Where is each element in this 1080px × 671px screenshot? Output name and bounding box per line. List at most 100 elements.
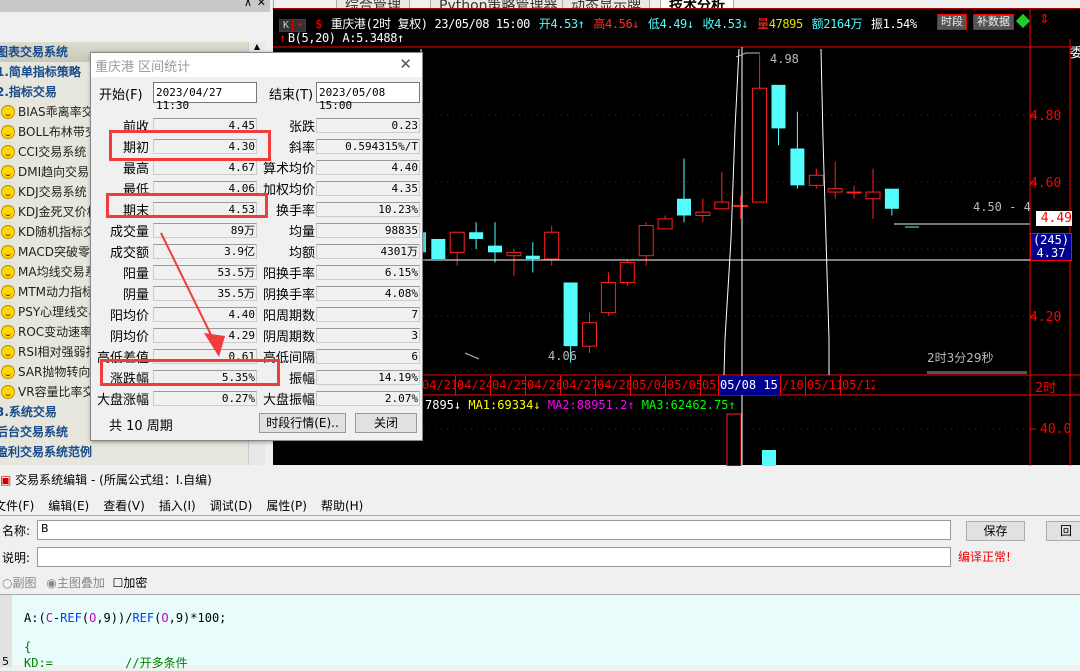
low-price: 低4.49↓ [647, 17, 694, 31]
high-label: 4.98 [770, 52, 799, 66]
right-column-text: 委 [1070, 46, 1080, 61]
volume-bar [726, 413, 742, 466]
period-label: 2时 [1035, 381, 1057, 396]
smiley-icon [1, 365, 15, 379]
smiley-icon [1, 385, 15, 399]
candle-down [525, 255, 540, 260]
indicator-value: B(5,20) A:5.3488↑ [287, 31, 404, 45]
code-line[interactable]: KD:= //开多条件 [24, 654, 188, 671]
price-tick: 4.20 [1030, 310, 1062, 325]
menu-item[interactable]: 插入(I) [159, 499, 196, 513]
date-label: 05/05 [665, 376, 700, 395]
menu-item[interactable]: 文件(F) [0, 499, 34, 513]
candle-down [469, 232, 484, 239]
candle-up [733, 204, 749, 207]
period-quote-button[interactable]: 时段行情(E).. [259, 413, 346, 433]
menu-item[interactable]: 帮助(H) [321, 499, 363, 513]
tree-item[interactable]: 1.简单指标策略 [0, 62, 81, 82]
smiley-icon [1, 285, 15, 299]
main-overlay-radio[interactable]: ◉主图叠加 [46, 576, 105, 590]
tree-item[interactable]: 后台交易系统 [0, 422, 68, 442]
tree-item[interactable]: 2.指标交易 [0, 82, 57, 102]
tree-item[interactable]: 盈利交易系统范例 [0, 442, 92, 462]
options-row: ○副图 ◉主图叠加 ☐加密 [2, 574, 147, 591]
smiley-icon [1, 125, 15, 139]
candle-up [865, 191, 881, 200]
tree-item[interactable]: KDJ交易系统 [0, 182, 87, 202]
high-price: 高4.56↓ [593, 17, 640, 31]
candle-up [808, 174, 824, 186]
scrollbar-thumb [927, 371, 1027, 374]
candle-down [563, 282, 578, 347]
smiley-icon [1, 225, 15, 239]
period-count: 共 10 周期 [109, 419, 173, 434]
candle-down [771, 84, 786, 129]
app-icon: ▣ [0, 473, 12, 487]
candle-up [449, 231, 465, 253]
code-editor[interactable]: A:(C-REF(O,9))/REF(O,9)*100; {KD:= //开多条件… [0, 594, 1080, 670]
candle-up [506, 251, 522, 257]
close-button[interactable]: 关闭 [355, 413, 417, 433]
save-button[interactable]: 保存 [966, 521, 1025, 541]
candle-up [752, 87, 768, 203]
interval-stats-dialog: 重庆港 区间统计 ✕ 开始(F) 2023/04/27 11:30 结束(T) … [90, 52, 423, 441]
arrow-annotation [160, 232, 225, 357]
date-label: 04/26 [525, 376, 560, 395]
date-label: 04/25 [490, 376, 525, 395]
smiley-icon [1, 205, 15, 219]
smiley-icon [1, 185, 15, 199]
candle-down [790, 148, 805, 186]
date-label: /10 [780, 376, 805, 395]
tree-item[interactable]: 3.系统交易 [0, 402, 57, 422]
tree-item[interactable]: CCI交易系统 [0, 142, 86, 162]
smiley-icon [1, 105, 15, 119]
subchart-radio[interactable]: ○副图 [2, 576, 37, 590]
desc-label: 说明: [2, 551, 31, 565]
time-axis: 04/21 04/24 04/25 04/26 04/27 04/28 05/04 05/05… [420, 376, 1030, 395]
encrypt-checkbox[interactable]: ☐加密 [113, 576, 148, 590]
date-label: 04/27 [560, 376, 595, 395]
open-price: 开4.53↑ [538, 17, 585, 31]
indicator-line: ↑ B(5,20) A:5.3488↑ [279, 31, 406, 45]
line-number: 5 [2, 655, 9, 668]
candle-up [846, 191, 862, 194]
volume-tick: 40.0 [1040, 422, 1072, 437]
code-line[interactable]: { [24, 640, 31, 654]
tree-item[interactable]: MACD突破零轴 [0, 242, 102, 262]
range-label: 4.50 - 4 [973, 200, 1031, 214]
candle-up [657, 218, 673, 230]
candle-up [827, 188, 843, 193]
menu-item[interactable]: 编辑(E) [48, 499, 89, 513]
menu-item[interactable]: 查看(V) [103, 499, 145, 513]
stock-title: 重庆港(2时 复权) 23/05/08 15:00 [330, 17, 531, 31]
menu-bar: 文件(F) 编辑(E) 查看(V) 插入(I) 调试(D) 属性(P) 帮助(H) [0, 496, 1080, 516]
price-tick: 4.60 [1030, 176, 1062, 191]
desc-input[interactable] [37, 547, 951, 567]
back-button[interactable]: 回 [1046, 521, 1080, 541]
quote-header: K ▾ $ 重庆港(2时 复权) 23/05/08 15:00 开4.53↑ 高4… [279, 15, 919, 32]
date-label: 05/08 15:00 [718, 376, 780, 395]
date-label: 05/12 [840, 376, 875, 395]
menu-item[interactable]: 调试(D) [210, 499, 253, 513]
name-input[interactable]: B [37, 520, 951, 540]
date-label: 04/24 [455, 376, 490, 395]
volume-indicator-line: 7895↓ MA1:69334↓ MA2:88951.2↑ MA3:62462.… [425, 398, 736, 412]
amount-value: 额2164万 [811, 17, 863, 31]
candle-up [638, 225, 654, 257]
menu-item[interactable]: 属性(P) [266, 499, 307, 513]
low-pointer [464, 352, 480, 360]
close-icon[interactable]: ✕ [257, 0, 266, 9]
name-label: 名称: [2, 524, 31, 538]
panel-titlebar: ⊼ ✕ [0, 0, 270, 12]
candle-down [677, 198, 691, 216]
smiley-icon [1, 265, 15, 279]
price-tick: 4.80 [1030, 109, 1062, 124]
dollar-icon: $ [315, 17, 322, 31]
crosshair-price-tag: (245) 4.37 [1030, 233, 1072, 261]
candle-down [884, 188, 899, 209]
pin-icon[interactable]: ⊼ [244, 0, 252, 9]
code-line[interactable]: A:(C-REF(O,9))/REF(O,9)*100; [24, 611, 226, 625]
candle-up [619, 261, 635, 283]
tree-item[interactable]: 图表交易系统 [0, 42, 68, 62]
smiley-icon [1, 245, 15, 259]
